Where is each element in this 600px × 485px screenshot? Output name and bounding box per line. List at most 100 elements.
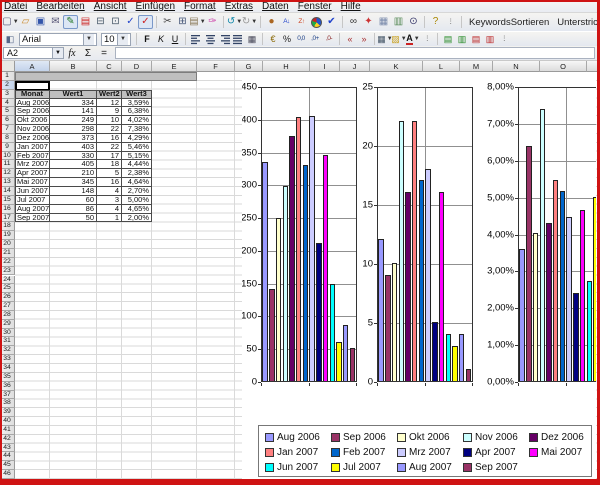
align-right-icon[interactable] [217, 33, 231, 46]
table-cell[interactable]: 10 [97, 116, 122, 125]
column-header-B[interactable]: B [50, 61, 97, 72]
table-cell[interactable]: 405 [50, 160, 97, 169]
table-cell[interactable]: 4,64% [122, 178, 152, 187]
table-cell[interactable]: 4,29% [122, 134, 152, 143]
table-cell[interactable]: 9 [97, 107, 122, 116]
help-icon[interactable]: ? [428, 15, 443, 29]
row-header-36[interactable]: 36 [0, 382, 15, 391]
row-header-5[interactable]: 5 [0, 107, 15, 116]
function-wizard-icon[interactable]: fx [65, 48, 79, 59]
row-header-17[interactable]: 17 [0, 214, 15, 223]
table-cell[interactable]: Aug 2006 [15, 99, 50, 108]
table-cell[interactable]: Mrz 2007 [15, 160, 50, 169]
table-cell[interactable]: 6,38% [122, 107, 152, 116]
data-sources-icon[interactable]: ▥ [391, 15, 406, 29]
paste-icon[interactable]: ▤▼ [190, 15, 205, 29]
row-header-19[interactable]: 19 [0, 231, 15, 240]
dropdown-arrow-icon[interactable]: ▼ [83, 34, 94, 45]
sort-descending-icon[interactable]: Z↑ [294, 15, 309, 29]
menu-item-ansicht[interactable]: Ansicht [94, 1, 127, 12]
custom-macro-button-0[interactable]: KeywordsSortieren [465, 16, 553, 29]
remove-decimal-icon[interactable]: ,0- [322, 33, 336, 46]
standard-format-icon[interactable]: 0,0 [294, 33, 308, 46]
table-cell[interactable]: 22 [97, 143, 122, 152]
row-header-29[interactable]: 29 [0, 320, 15, 329]
column-header-H[interactable]: H [263, 61, 310, 72]
table-cell[interactable]: 18 [97, 160, 122, 169]
table-cell[interactable]: 330 [50, 152, 97, 161]
row-header-3[interactable]: 3 [0, 90, 15, 99]
table-header-cell[interactable]: Wert2 [97, 90, 122, 99]
delete-row-icon[interactable]: ▤ [469, 33, 483, 46]
column-header-M[interactable]: M [460, 61, 493, 72]
row-header-2[interactable]: 2 [0, 81, 15, 90]
table-cell[interactable]: 5,15% [122, 152, 152, 161]
table-cell[interactable]: 16 [97, 178, 122, 187]
column-header-L[interactable]: L [423, 61, 460, 72]
spreadsheet[interactable]: ABCDEFGHIJKLMNO 123456789101112131415161… [0, 61, 598, 479]
row-header-11[interactable]: 11 [0, 160, 15, 169]
row-header-22[interactable]: 22 [0, 258, 15, 267]
menu-item-hilfe[interactable]: Hilfe [341, 1, 361, 12]
row-header-45[interactable]: 45 [0, 461, 15, 470]
table-header-cell[interactable]: Monat [15, 90, 50, 99]
styles-icon[interactable]: ◧ [3, 33, 17, 46]
print-icon[interactable]: ⊟ [93, 15, 108, 29]
row-header-9[interactable]: 9 [0, 143, 15, 152]
menu-item-einfgen[interactable]: Einfügen [136, 1, 175, 12]
table-cell[interactable]: Nov 2006 [15, 125, 50, 134]
table-cell[interactable]: 4,44% [122, 160, 152, 169]
row-header-34[interactable]: 34 [0, 364, 15, 373]
table-cell[interactable]: Aug 2007 [15, 205, 50, 214]
edit-file-icon[interactable]: ✎ [63, 15, 78, 29]
row-header-37[interactable]: 37 [0, 391, 15, 400]
add-decimal-icon[interactable]: ,0+ [308, 33, 322, 46]
namebox-dropdown-icon[interactable]: ▼ [52, 48, 63, 58]
menu-item-fenster[interactable]: Fenster [298, 1, 332, 12]
column-header-partial[interactable] [587, 61, 598, 72]
row-header-20[interactable]: 20 [0, 240, 15, 249]
undo-icon[interactable]: ↺▼ [227, 15, 242, 29]
row-header-39[interactable]: 39 [0, 408, 15, 417]
name-box[interactable]: A2 ▼ [3, 47, 64, 59]
format-paintbrush-icon[interactable]: ✑ [205, 15, 220, 29]
dropdown-arrow-icon[interactable]: ▼ [117, 34, 128, 45]
table-cell[interactable]: Sep 2006 [15, 107, 50, 116]
table-cell[interactable]: 1 [97, 214, 122, 223]
toolbar-options-icon[interactable]: ⋮ [443, 15, 458, 29]
font-size-combo[interactable]: 10▼ [101, 33, 131, 46]
row-header-8[interactable]: 8 [0, 134, 15, 143]
table-cell[interactable]: 334 [50, 99, 97, 108]
page-preview-icon[interactable]: ⊡ [108, 15, 123, 29]
toolbar-options-icon-2[interactable]: ⋮ [497, 33, 511, 46]
redo-icon[interactable]: ↻▼ [242, 15, 257, 29]
justify-icon[interactable] [231, 33, 245, 46]
export-pdf-icon[interactable]: ▤ [78, 15, 93, 29]
table-cell[interactable]: 22 [97, 125, 122, 134]
column-header-N[interactable]: N [493, 61, 540, 72]
table-cell[interactable]: 373 [50, 134, 97, 143]
row-header-4[interactable]: 4 [0, 99, 15, 108]
cut-icon[interactable]: ✂ [160, 15, 175, 29]
table-cell[interactable]: Jul 2007 [15, 196, 50, 205]
table-cell[interactable]: 17 [97, 152, 122, 161]
function-icon[interactable]: = [97, 48, 111, 59]
row-header-32[interactable]: 32 [0, 346, 15, 355]
table-cell[interactable]: 4,02% [122, 116, 152, 125]
row-header-40[interactable]: 40 [0, 417, 15, 426]
row-header-27[interactable]: 27 [0, 302, 15, 311]
dropdown-arrow-icon[interactable]: ▼ [414, 36, 420, 42]
table-cell[interactable]: Feb 2007 [15, 152, 50, 161]
table-cell[interactable]: Okt 2006 [15, 116, 50, 125]
column-header-D[interactable]: D [122, 61, 152, 72]
table-cell[interactable]: 7,38% [122, 125, 152, 134]
row-header-31[interactable]: 31 [0, 337, 15, 346]
table-cell[interactable]: 298 [50, 125, 97, 134]
custom-macro-button-1[interactable]: UnterstrichFett [553, 16, 600, 29]
column-header-F[interactable]: F [197, 61, 235, 72]
row-header-21[interactable]: 21 [0, 249, 15, 258]
check-icon[interactable]: ✔ [324, 15, 339, 29]
menu-item-daten[interactable]: Daten [262, 1, 289, 12]
insert-column-icon[interactable]: ▥ [455, 33, 469, 46]
table-cell[interactable]: 5 [97, 169, 122, 178]
